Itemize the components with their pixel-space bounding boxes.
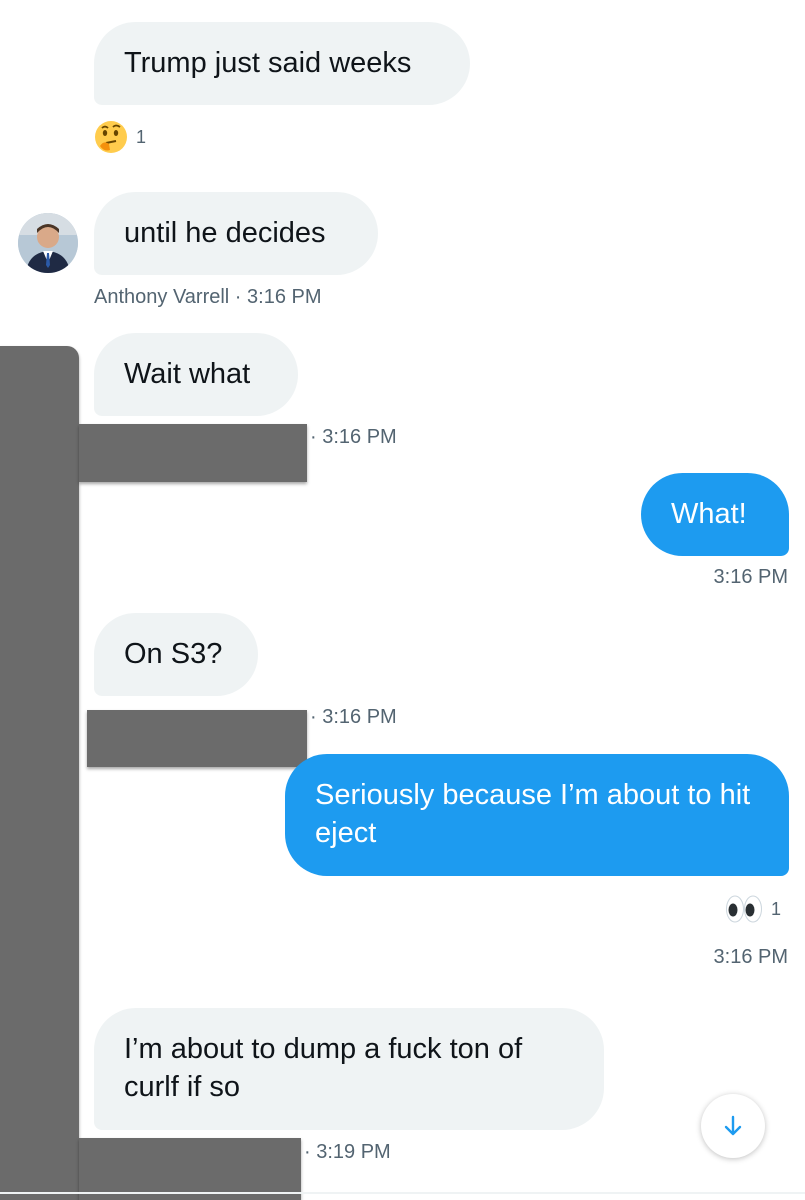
eyes-icon [725,895,762,923]
message-meta: · 3:16 PM [310,426,397,448]
message-text: What! [671,498,747,530]
arrow-down-icon [724,1115,742,1136]
message-text: until he decides [124,217,326,249]
message-bubble[interactable]: On S3? [94,613,258,696]
reaction-count: 1 [770,898,781,919]
redacted-sender-name [79,424,307,482]
message-bubble[interactable]: until he decides [94,192,378,275]
message-text: Wait what [124,358,251,390]
message-text: I’m about to dump a fuck ton of curlf if… [124,1033,523,1103]
redaction-bar-left [0,346,79,1200]
message-text: Seriously because I’m about to hit eject [315,779,751,849]
reaction[interactable]: 1 [725,893,781,925]
composer-divider [0,1192,805,1194]
message-bubble[interactable]: I’m about to dump a fuck ton of curlf if… [94,1008,604,1130]
scroll-to-bottom-button[interactable] [701,1094,765,1158]
message-text: Trump just said weeks [124,47,412,79]
reaction-count: 1 [136,126,147,147]
thinking-face-icon [95,121,127,153]
message-bubble[interactable]: Wait what [94,333,298,416]
message-meta: Anthony Varrell · 3:16 PM [94,286,322,308]
avatar[interactable] [18,213,78,273]
avatar-image [18,213,78,273]
message-text: On S3? [124,638,223,670]
message-bubble[interactable]: Trump just said weeks [94,22,470,105]
message-meta: 3:16 PM [713,946,788,968]
message-bubble-sent[interactable]: What! [641,473,789,556]
reaction[interactable]: 1 [94,120,146,154]
message-bubble-sent[interactable]: Seriously because I’m about to hit eject [285,754,789,876]
redacted-sender-name [87,710,307,767]
message-meta: · 3:19 PM [304,1141,391,1163]
message-meta: · 3:16 PM [310,706,397,728]
redacted-sender-name [79,1138,301,1200]
message-meta: 3:16 PM [713,566,788,588]
